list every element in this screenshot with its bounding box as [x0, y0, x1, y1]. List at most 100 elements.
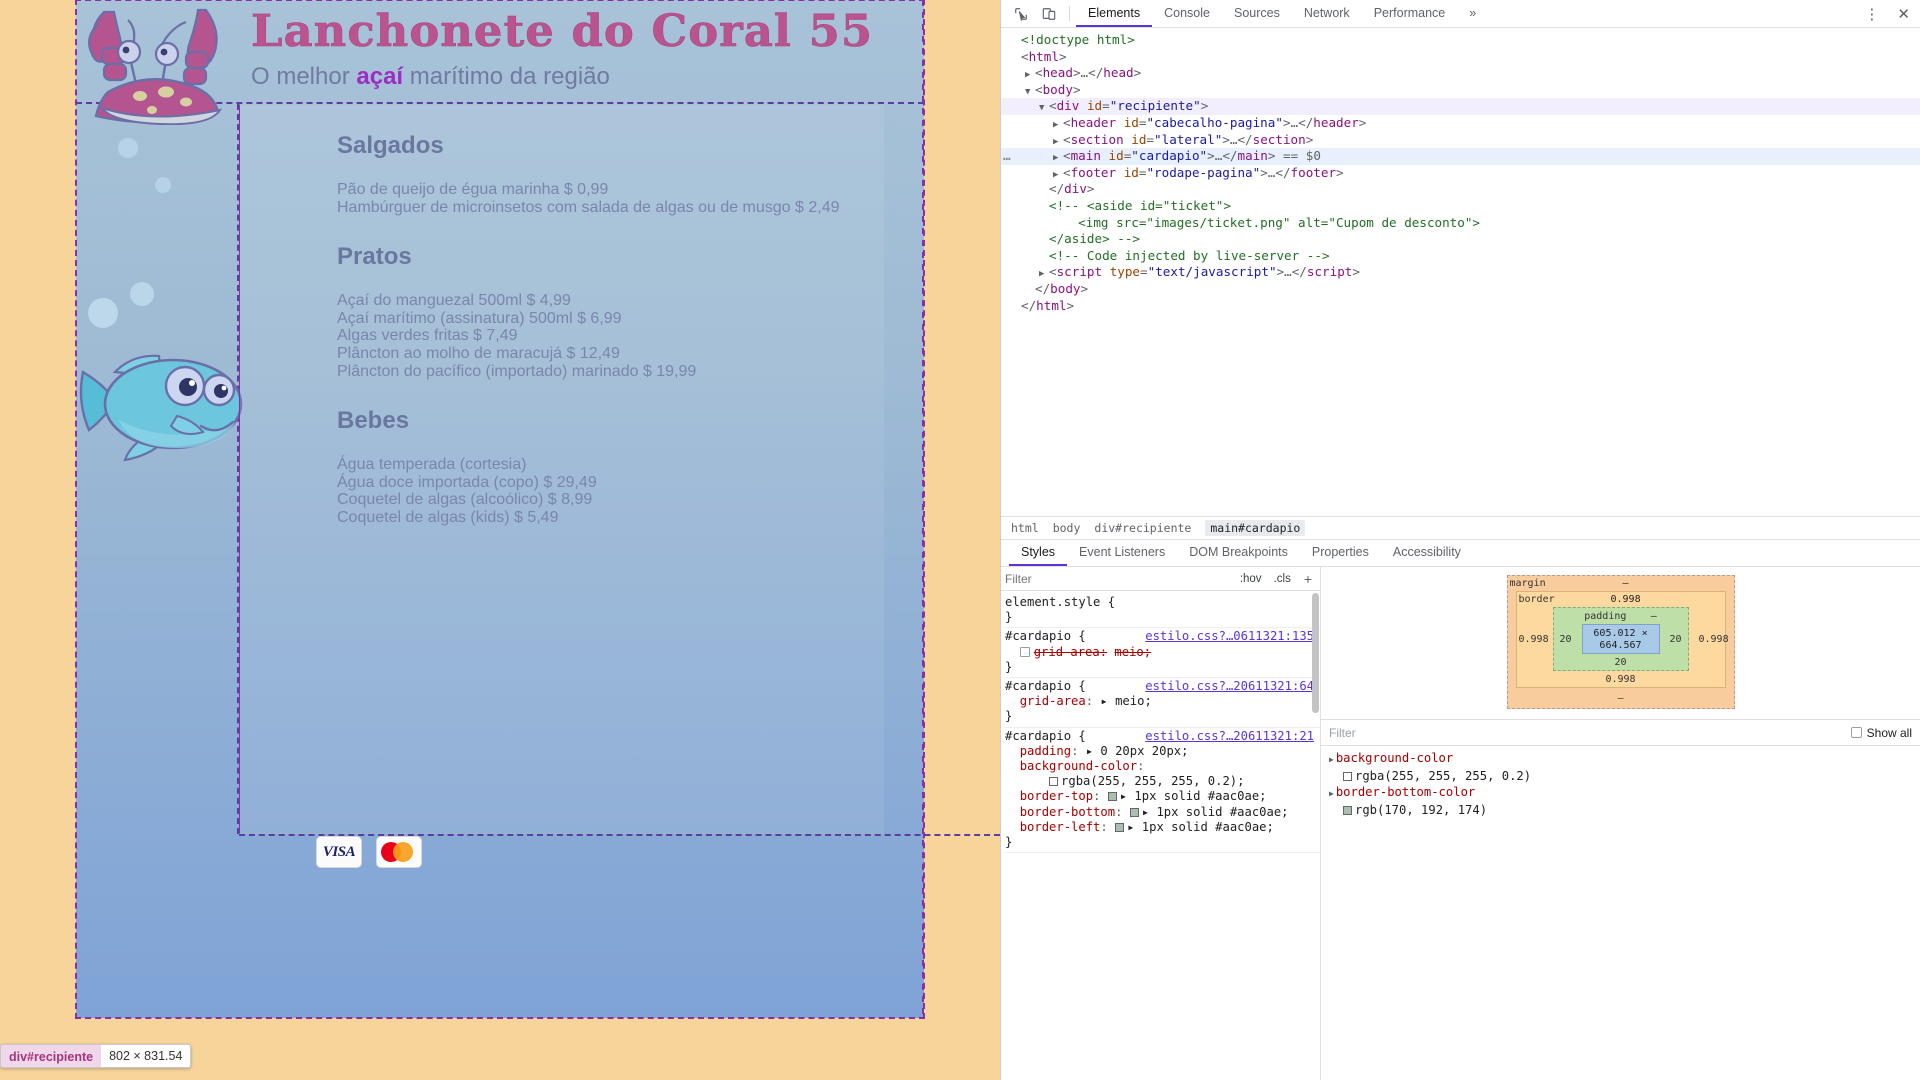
box-border-left-value: 0.998 [1519, 634, 1543, 645]
tab-properties[interactable]: Properties [1300, 540, 1381, 566]
css-declaration[interactable]: border-left: ▸ 1px solid #aac0ae; [1005, 820, 1320, 835]
css-rule-source-link[interactable]: estilo.css?…20611321:21 [1145, 729, 1314, 744]
css-rules-scrollbar[interactable] [1312, 593, 1319, 713]
devtools-toolbar: Elements Console Sources Network Perform… [1001, 0, 1920, 28]
breadcrumb-item-html[interactable]: html [1011, 521, 1039, 535]
dom-tree-node[interactable]: <img src="images/ticket.png" alt="Cupom … [1001, 215, 1920, 232]
breadcrumb-item-body[interactable]: body [1053, 521, 1081, 535]
tab-sources[interactable]: Sources [1222, 0, 1292, 27]
dom-tree-node[interactable]: ▼<body> [1001, 82, 1920, 99]
color-swatch[interactable] [1130, 808, 1139, 817]
dom-tree-node[interactable]: <!-- Code injected by live-server --> [1001, 248, 1920, 265]
css-property-value[interactable]: meio; [1114, 645, 1151, 659]
css-rule-source-link[interactable]: estilo.css?…20611321:64 [1145, 679, 1314, 694]
dom-tree-node[interactable]: …▶<main id="cardapio">…</main> == $0 [1001, 148, 1920, 165]
css-property-value[interactable]: ▸ meio; [1100, 694, 1151, 708]
css-property-value[interactable]: ▸ 0 20px 20px; [1086, 744, 1189, 758]
css-rule-source-link[interactable]: estilo.css?…0611321:135 [1145, 629, 1314, 644]
dom-tree-node[interactable]: </body> [1001, 281, 1920, 298]
css-rule-close-brace: } [1005, 709, 1320, 724]
list-item: Coquetel de algas (alcoólico) $ 8,99 [337, 491, 864, 509]
css-rules-list[interactable]: element.style {}estilo.css?…0611321:135#… [1001, 591, 1320, 1080]
new-style-rule-button[interactable]: + [1300, 571, 1316, 587]
inspect-element-icon[interactable] [1007, 0, 1035, 27]
box-model-padding: padding – 20 605.012 × 664.567 [1553, 607, 1689, 671]
list-item: Água doce importada (copo) $ 29,49 [337, 474, 864, 492]
computed-property-name: border-bottom-color [1336, 785, 1475, 799]
css-rule[interactable]: element.style {} [1005, 594, 1320, 628]
dom-tree-node[interactable]: ▶<script type="text/javascript">…</scrip… [1001, 264, 1920, 281]
css-declaration[interactable]: background-color: [1005, 759, 1320, 774]
css-declaration-value-continued[interactable]: rgba(255, 255, 255, 0.2); [1005, 774, 1320, 789]
more-tabs-chevron-icon[interactable]: » [1457, 0, 1488, 27]
css-rule-selector-line[interactable]: estilo.css?…20611321:64#cardapio { [1005, 679, 1320, 694]
dom-tree-node[interactable]: <html> [1001, 49, 1920, 66]
tab-dom-breakpoints[interactable]: DOM Breakpoints [1177, 540, 1300, 566]
css-rule-selector-line[interactable]: element.style { [1005, 595, 1320, 610]
css-declaration[interactable]: border-bottom: ▸ 1px solid #aac0ae; [1005, 805, 1320, 820]
show-all-checkbox[interactable] [1851, 727, 1862, 738]
styles-filter-input[interactable] [1005, 570, 1231, 588]
close-icon[interactable]: ✕ [1887, 0, 1920, 27]
computed-property-row[interactable]: ▶border-bottom-color [1329, 784, 1912, 802]
box-padding-bottom: 20 [1614, 657, 1626, 668]
dom-tree-node[interactable]: ▶<header id="cabecalho-pagina">…</header… [1001, 115, 1920, 132]
dom-tree-node[interactable]: ▶<section id="lateral">…</section> [1001, 132, 1920, 149]
computed-property-row[interactable]: ▶background-color [1329, 750, 1912, 768]
css-rule[interactable]: estilo.css?…20611321:64#cardapio { grid-… [1005, 678, 1320, 728]
payment-methods: VISA [316, 836, 422, 868]
dom-tree-node[interactable]: </div> [1001, 181, 1920, 198]
page-title: Lanchonete do Coral 55 [251, 6, 924, 58]
menu-section: Bebes Água temperada (cortesia) Água doc… [260, 380, 864, 526]
css-rule-selector-line[interactable]: estilo.css?…0611321:135#cardapio { [1005, 629, 1320, 644]
css-property-value[interactable]: ▸ 1px solid #aac0ae; [1115, 820, 1274, 834]
tab-network[interactable]: Network [1292, 0, 1362, 27]
inspector-dimensions: 802 × 831.54 [101, 1044, 190, 1068]
box-margin-label: margin [1510, 578, 1546, 589]
css-rule-selector-line[interactable]: estilo.css?…20611321:21#cardapio { [1005, 729, 1320, 744]
list-item: Hambúrguer de microinsetos com salada de… [337, 199, 864, 217]
cls-toggle[interactable]: .cls [1271, 573, 1294, 585]
css-declaration[interactable]: grid-area: ▸ meio; [1005, 694, 1320, 709]
tab-elements[interactable]: Elements [1076, 0, 1152, 27]
dom-tree[interactable]: <!doctype html><html>▶<head>…</head>▼<bo… [1001, 28, 1920, 516]
css-declaration[interactable]: grid-area: meio; [1005, 645, 1320, 660]
dom-tree-node[interactable]: <!-- <aside id="ticket"> [1001, 198, 1920, 215]
styles-rules-column: :hov .cls + element.style {}estilo.css?…… [1001, 567, 1321, 1080]
tab-performance[interactable]: Performance [1362, 0, 1458, 27]
breadcrumb-item-recipiente[interactable]: div#recipiente [1094, 521, 1191, 535]
declaration-checkbox[interactable] [1020, 647, 1030, 657]
color-swatch[interactable] [1108, 792, 1117, 801]
css-rule[interactable]: estilo.css?…20611321:21#cardapio { paddi… [1005, 728, 1320, 854]
chevron-right-icon[interactable]: ▶ [1329, 789, 1334, 798]
hov-toggle[interactable]: :hov [1237, 573, 1265, 585]
color-swatch[interactable] [1115, 823, 1124, 832]
chevron-right-icon[interactable]: ▶ [1329, 755, 1334, 764]
css-property-value[interactable]: ▸ 1px solid #aac0ae; [1108, 789, 1267, 803]
dom-tree-node[interactable]: ▼<div id="recipiente"> [1001, 98, 1920, 115]
dom-tree-node[interactable]: </aside> --> [1001, 231, 1920, 248]
tab-styles[interactable]: Styles [1009, 540, 1067, 566]
kebab-menu-icon[interactable]: ⋮ [1856, 0, 1887, 27]
breadcrumb-item-cardapio[interactable]: main#cardapio [1205, 520, 1305, 536]
device-toolbar-icon[interactable] [1035, 0, 1063, 27]
css-declaration[interactable]: border-top: ▸ 1px solid #aac0ae; [1005, 789, 1320, 804]
dom-tree-node[interactable]: ▶<footer id="rodape-pagina">…</footer> [1001, 165, 1920, 182]
css-declaration[interactable]: padding: ▸ 0 20px 20px; [1005, 744, 1320, 759]
show-all-toggle[interactable]: Show all [1851, 726, 1912, 740]
dom-tree-node[interactable]: </html> [1001, 298, 1920, 315]
tab-event-listeners[interactable]: Event Listeners [1067, 540, 1177, 566]
section-heading: Pratos [337, 242, 864, 272]
expand-ellipsis-icon[interactable]: … [1003, 148, 1011, 165]
tab-console[interactable]: Console [1152, 0, 1222, 27]
computed-filter-placeholder[interactable]: Filter [1329, 726, 1356, 740]
color-swatch[interactable] [1049, 777, 1058, 786]
css-property-name: border-bottom [1020, 805, 1115, 819]
css-rule[interactable]: estilo.css?…0611321:135#cardapio { grid-… [1005, 628, 1320, 678]
css-property-value[interactable]: ▸ 1px solid #aac0ae; [1130, 805, 1289, 819]
dom-tree-node[interactable]: ▶<head>…</head> [1001, 65, 1920, 82]
list-item: Açaí do manguezal 500ml $ 4,99 [337, 292, 864, 310]
dom-tree-node[interactable]: <!doctype html> [1001, 32, 1920, 49]
computed-properties-list[interactable]: ▶background-color rgba(255, 255, 255, 0.… [1321, 746, 1920, 1080]
tab-accessibility[interactable]: Accessibility [1381, 540, 1473, 566]
